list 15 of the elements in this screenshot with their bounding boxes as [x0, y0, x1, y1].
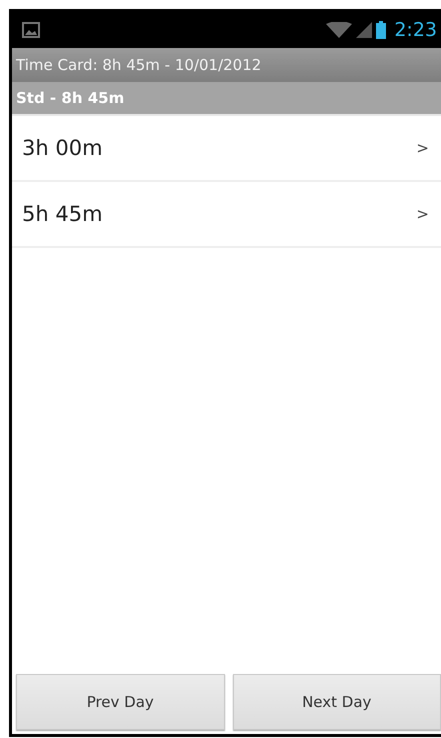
day-button[interactable]: Next Day	[232, 674, 441, 730]
chevron-icon: >	[416, 205, 429, 223]
wifi-icon	[326, 22, 352, 38]
time-entry-row[interactable]: 3h 00m >	[12, 116, 441, 182]
picture-icon	[22, 22, 40, 38]
chevron-icon: >	[416, 139, 429, 157]
clock-time: 2:23	[394, 19, 437, 41]
signal-icon	[356, 22, 372, 38]
duration-text: 3h 00m	[22, 136, 103, 160]
window-title: Time Card: 8h 45m - 10/01/2012	[16, 56, 262, 74]
section-title: Std - 8h 45m	[16, 89, 124, 107]
day-button[interactable]: Prev Day	[16, 674, 224, 730]
battery-icon	[376, 21, 386, 39]
time-entry-row[interactable]: 5h 45m >	[12, 182, 441, 248]
duration-text: 5h 45m	[22, 202, 103, 226]
